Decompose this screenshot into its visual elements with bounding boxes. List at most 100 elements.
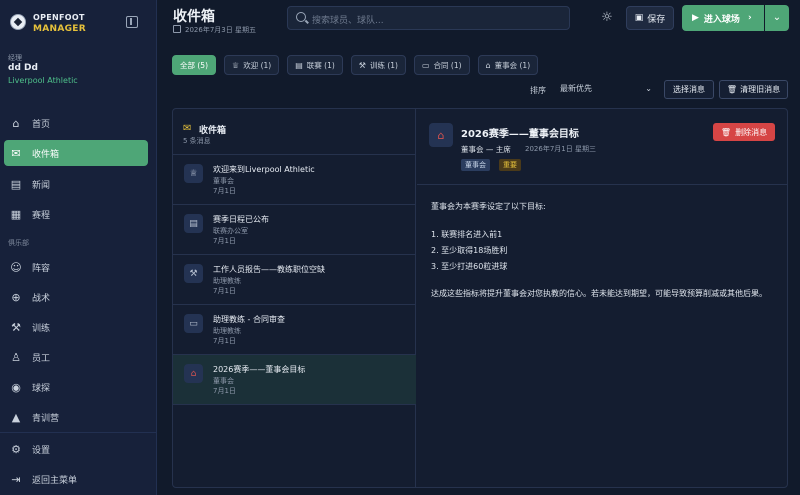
sidebar-item-label: 青训营 bbox=[32, 413, 60, 424]
manager-name: dd Dd bbox=[8, 63, 38, 73]
calendar-icon: ▦ bbox=[10, 207, 22, 221]
tag-board: 董事会 bbox=[461, 159, 490, 171]
message-sender: 董事会 bbox=[213, 177, 234, 185]
sidebar-item-label: 战术 bbox=[32, 293, 51, 304]
logout-icon: ⇥ bbox=[11, 472, 21, 486]
message-sender: 联赛办公室 bbox=[213, 227, 248, 235]
sort-select[interactable]: 最新优先 ⌄ bbox=[554, 80, 658, 98]
trash-icon: 🗑 bbox=[726, 85, 738, 94]
filter-label: 欢迎 (1) bbox=[243, 60, 272, 70]
filter-league[interactable]: ▤ 联赛 (1) bbox=[287, 55, 343, 75]
sidebar-item-training[interactable]: ⚒ 训练 bbox=[4, 314, 148, 340]
sidebar-item-scouting[interactable]: ◉ 球探 bbox=[4, 374, 148, 400]
bank-icon: ⌂ bbox=[485, 60, 491, 70]
graduation-icon: ▲ bbox=[11, 410, 21, 424]
message-title: 赛季日程已公布 bbox=[213, 215, 269, 224]
message-detail-date: 2026年7月1日 星期三 bbox=[525, 145, 596, 153]
mail-icon: ✉ bbox=[183, 123, 192, 134]
enter-match-button[interactable]: ▶ 进入球场 › bbox=[682, 5, 764, 31]
message-item[interactable]: ▤ 赛季日程已公布 联赛办公室 7月1日 bbox=[173, 205, 416, 255]
message-item-selected[interactable]: ⌂ 2026赛季——董事会目标 董事会 7月1日 bbox=[173, 355, 416, 405]
message-date: 7月1日 bbox=[213, 337, 236, 345]
sidebar-item-main-menu[interactable]: ⇥ 返回主菜单 bbox=[4, 466, 148, 492]
calendar-icon bbox=[173, 25, 181, 33]
filter-bar: 全部 (5) ♕ 欢迎 (1) ▤ 联赛 (1) ⚒ 训练 (1) ▭ 合同 (… bbox=[172, 55, 546, 75]
bank-icon: ⌂ bbox=[429, 123, 453, 147]
logo-text-top: OPENFOOT bbox=[33, 13, 85, 22]
filter-welcome[interactable]: ♕ 欢迎 (1) bbox=[224, 55, 280, 75]
crosshair-icon: ⊕ bbox=[11, 290, 21, 304]
home-icon: ⌂ bbox=[12, 116, 20, 130]
message-title: 2026赛季——董事会目标 bbox=[213, 365, 306, 374]
collapse-sidebar-icon[interactable] bbox=[126, 16, 138, 28]
search-input[interactable]: 搜索球员、球队... bbox=[287, 6, 570, 30]
sort-label: 排序 bbox=[530, 86, 546, 95]
header: 收件箱 2026年7月3日 星期五 搜索球员、球队... ☼ ▣ 保存 ▶ 进入… bbox=[157, 0, 800, 40]
filter-label: 合同 (1) bbox=[433, 60, 462, 70]
goal-list: 1. 联赛排名进入前1 2. 至少取得18场胜利 3. 至少打进60粒进球 bbox=[431, 227, 777, 275]
sidebar-item-fixtures[interactable]: ▦ 赛程 bbox=[4, 201, 148, 227]
goal-item: 2. 至少取得18场胜利 bbox=[431, 246, 508, 255]
play-icon: ▶ bbox=[692, 13, 699, 23]
sidebar-item-label: 新闻 bbox=[32, 180, 51, 191]
save-button[interactable]: ▣ 保存 bbox=[626, 6, 674, 30]
message-detail-header: ⌂ 2026赛季——董事会目标 董事会 — 主席 2026年7月1日 星期三 董… bbox=[417, 109, 787, 185]
message-count: 5 条消息 bbox=[183, 137, 211, 145]
filter-all[interactable]: 全部 (5) bbox=[172, 55, 217, 75]
document-icon: ▭ bbox=[421, 60, 430, 70]
dumbbell-icon: ⚒ bbox=[11, 320, 21, 334]
select-messages-button[interactable]: 选择消息 bbox=[664, 80, 714, 99]
filter-label: 董事会 (1) bbox=[494, 60, 531, 70]
sidebar-item-label: 赛程 bbox=[32, 210, 51, 221]
app-logo[interactable]: OPENFOOT MANAGER bbox=[8, 10, 108, 36]
eye-icon: ◉ bbox=[11, 380, 21, 394]
message-list: ✉ 收件箱 5 条消息 ♕ 欢迎来到Liverpool Athletic 董事会… bbox=[173, 109, 416, 487]
save-button-label: 保存 bbox=[647, 14, 666, 25]
page-title: 收件箱 bbox=[173, 9, 215, 25]
message-detail: ⌂ 2026赛季——董事会目标 董事会 — 主席 2026年7月1日 星期三 董… bbox=[417, 109, 787, 487]
sidebar: OPENFOOT MANAGER 经理 dd Dd Liverpool Athl… bbox=[0, 0, 157, 495]
sidebar-item-staff[interactable]: ♙ 员工 bbox=[4, 344, 148, 370]
message-item[interactable]: ♕ 欢迎来到Liverpool Athletic 董事会 7月1日 bbox=[173, 155, 416, 205]
sidebar-item-tactics[interactable]: ⊕ 战术 bbox=[4, 284, 148, 310]
message-detail-sender: 董事会 — 主席 bbox=[461, 145, 511, 154]
trophy-icon: ♕ bbox=[184, 164, 203, 183]
message-item[interactable]: ▭ 助理教练 - 合同审查 助理教练 7月1日 bbox=[173, 305, 416, 355]
message-sender: 董事会 bbox=[213, 377, 234, 385]
theme-toggle-sun-icon[interactable]: ☼ bbox=[600, 11, 614, 25]
sidebar-item-label: 员工 bbox=[32, 353, 51, 364]
message-closing: 达成这些指标将提升董事会对您执教的信心。若未能达到期望，可能导致预算削减或其他后… bbox=[431, 289, 767, 298]
message-intro: 董事会为本赛季设定了以下目标: bbox=[431, 202, 546, 211]
sidebar-item-youth-academy[interactable]: ▲ 青训营 bbox=[4, 404, 148, 430]
sidebar-item-settings[interactable]: ⚙ 设置 bbox=[4, 436, 148, 462]
trash-icon: 🗑 bbox=[720, 127, 732, 137]
enter-match-dropdown[interactable]: ⌄ bbox=[765, 5, 789, 31]
goal-item: 1. 联赛排名进入前1 bbox=[431, 230, 503, 239]
tag-important: 重要 bbox=[499, 159, 521, 171]
search-icon bbox=[296, 12, 306, 22]
chevron-down-icon: ⌄ bbox=[645, 84, 652, 93]
sidebar-item-home[interactable]: ⌂ 首页 bbox=[4, 110, 148, 136]
sidebar-item-inbox[interactable]: ✉ 收件箱 bbox=[4, 140, 148, 166]
message-detail-title: 2026赛季——董事会目标 bbox=[461, 129, 579, 140]
message-date: 7月1日 bbox=[213, 287, 236, 295]
delete-message-button[interactable]: 🗑 删除消息 bbox=[713, 123, 775, 141]
save-icon: ▣ bbox=[634, 13, 644, 23]
sidebar-item-squad[interactable]: ☺ 阵容 bbox=[4, 254, 148, 280]
message-title: 工作人员报告——教练职位空缺 bbox=[213, 265, 325, 274]
message-body: 董事会为本赛季设定了以下目标: 1. 联赛排名进入前1 2. 至少取得18场胜利… bbox=[431, 201, 777, 300]
dumbbell-icon: ⚒ bbox=[184, 264, 203, 283]
message-sender: 助理教练 bbox=[213, 327, 241, 335]
message-date: 7月1日 bbox=[213, 387, 236, 395]
goal-item: 3. 至少打进60粒进球 bbox=[431, 262, 508, 271]
message-item[interactable]: ⚒ 工作人员报告——教练职位空缺 助理教练 7月1日 bbox=[173, 255, 416, 305]
filter-training[interactable]: ⚒ 训练 (1) bbox=[350, 55, 406, 75]
manager-club: Liverpool Athletic bbox=[8, 76, 78, 85]
sidebar-item-news[interactable]: ▤ 新闻 bbox=[4, 171, 148, 197]
sort-selected-value: 最新优先 bbox=[560, 84, 592, 93]
clear-old-messages-button[interactable]: 🗑 清理旧消息 bbox=[719, 80, 788, 99]
enter-match-label: 进入球场 bbox=[703, 14, 740, 25]
filter-contract[interactable]: ▭ 合同 (1) bbox=[413, 55, 470, 75]
newspaper-icon: ▤ bbox=[10, 177, 22, 191]
filter-board[interactable]: ⌂ 董事会 (1) bbox=[477, 55, 539, 75]
